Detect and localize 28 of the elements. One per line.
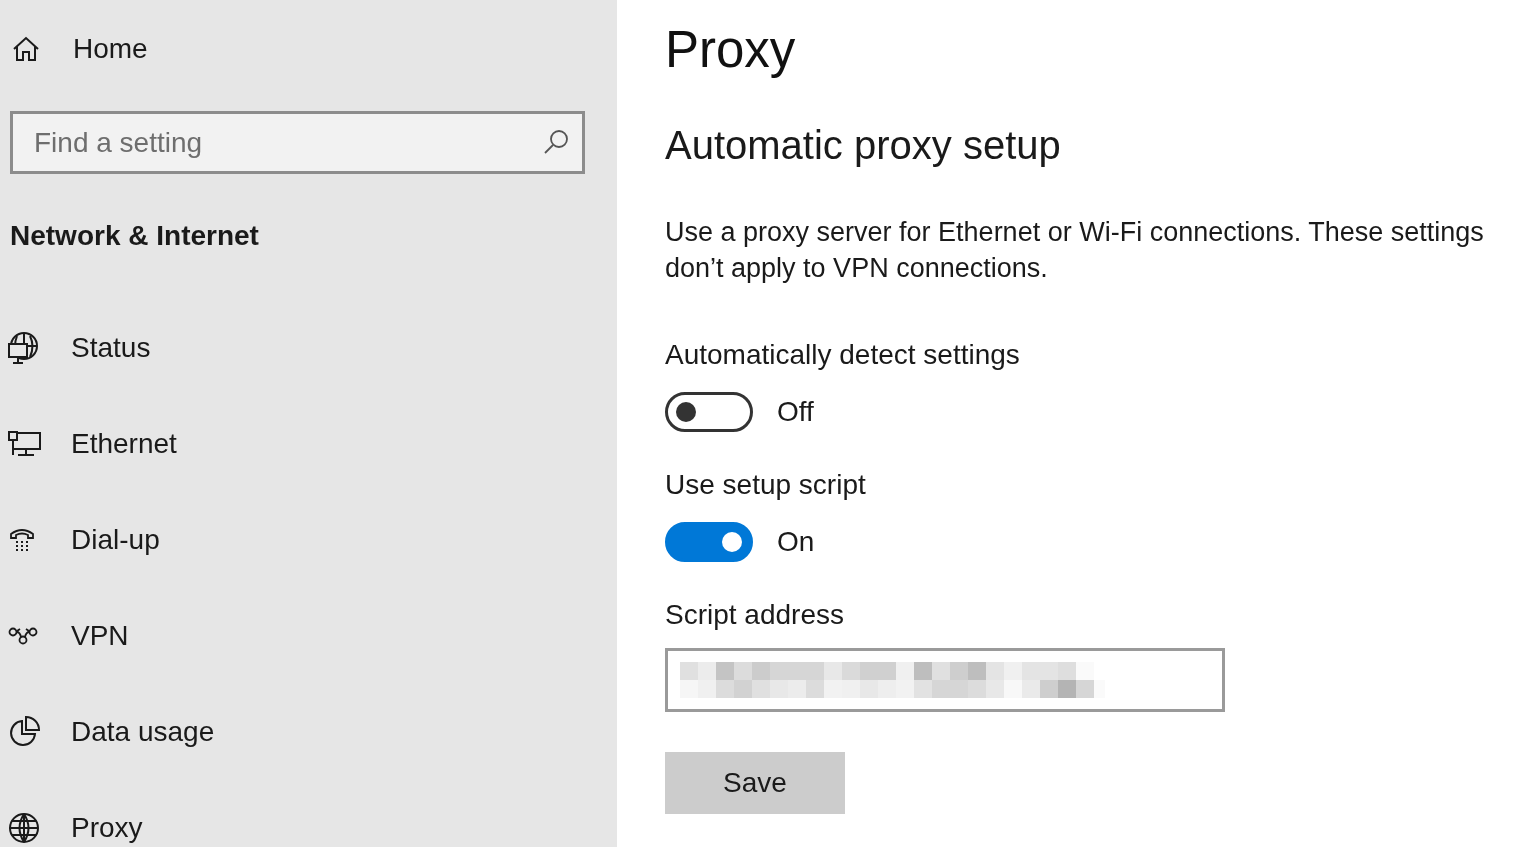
search-field[interactable]: Find a setting	[10, 111, 585, 174]
vpn-links-icon	[8, 627, 38, 645]
pie-chart-icon	[8, 716, 40, 748]
nav-item[interactable]: Data usage	[0, 704, 617, 760]
nav-item[interactable]: Ethernet	[0, 416, 617, 472]
nav-item[interactable]: Dial-up	[0, 512, 617, 568]
phone-icon	[8, 527, 36, 553]
toggle-label: Automatically detect settings	[665, 339, 1021, 371]
field-label: Script address	[665, 599, 845, 631]
nav-item[interactable]: Status	[0, 320, 617, 376]
nav-item[interactable]: Proxy	[0, 800, 617, 847]
section-heading: Network & Internet	[10, 220, 260, 252]
home-nav-item[interactable]: Home	[0, 33, 617, 65]
search-icon[interactable]	[543, 129, 569, 155]
globe-monitor-icon	[8, 331, 39, 365]
monitor-icon	[8, 431, 41, 457]
section-title: Automatic proxy setup	[665, 123, 1062, 167]
script-address-field[interactable]	[665, 648, 1225, 712]
toggle-state-text: Off	[777, 396, 814, 428]
description-text: Use a proxy server for Ethernet or Wi-Fi connections. These settings don’t apply to VPN connections.	[665, 216, 1485, 285]
toggle-switch[interactable]	[665, 522, 753, 562]
save-button[interactable]: Save	[665, 752, 845, 814]
toggle-switch[interactable]	[665, 392, 753, 432]
globe-icon	[8, 812, 40, 844]
toggle-label: Use setup script	[665, 469, 867, 501]
home-icon	[12, 36, 40, 62]
nav-item[interactable]: VPN	[0, 608, 617, 664]
toggle-state-text: On	[777, 526, 815, 558]
